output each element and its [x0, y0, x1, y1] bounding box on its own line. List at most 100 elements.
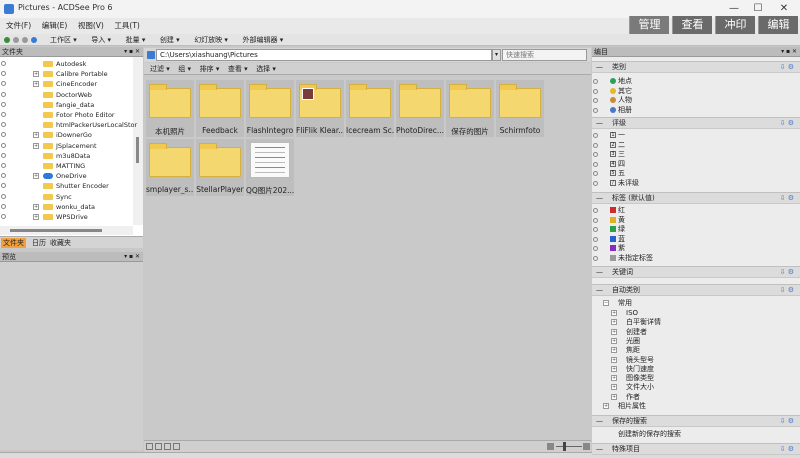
tree-item[interactable]: Shutter Encoder — [0, 181, 132, 191]
tree-radio-icon[interactable] — [1, 71, 6, 77]
collapse-icon[interactable]: — — [596, 285, 603, 296]
radio-icon[interactable] — [593, 255, 598, 261]
thumbnail-item[interactable]: StellarPlayer — [196, 139, 244, 196]
collapse-icon[interactable]: — — [596, 444, 603, 455]
create-menu[interactable]: 创建 ▾ — [154, 34, 186, 46]
thumbnail-item[interactable]: 保存的图片 — [446, 80, 494, 137]
path-input[interactable]: C:\Users\xiashuang\Pictures — [156, 49, 492, 61]
tree-item[interactable]: + JSplacement — [0, 141, 132, 151]
tree-item[interactable]: Fotor Photo Editor — [0, 110, 132, 120]
menu-file[interactable]: 文件(F) — [2, 18, 35, 34]
folders-scroll-thumb[interactable] — [136, 137, 139, 163]
tree-radio-icon[interactable] — [1, 203, 6, 209]
tree-item[interactable]: + OneDrive — [0, 171, 132, 181]
radio-icon[interactable] — [593, 171, 598, 176]
quick-search-input[interactable]: 快速搜索 — [502, 49, 587, 61]
expand-icon[interactable]: + — [33, 81, 39, 88]
section-header-labels[interactable]: — 标签 (默认值) ⇩ ⚙ — [592, 192, 800, 204]
mode-edit-tab[interactable]: 编辑 — [758, 16, 798, 34]
expand-icon[interactable]: + — [611, 319, 617, 326]
expand-icon[interactable]: + — [611, 384, 617, 391]
thumbnail-item[interactable]: FlashIntegro — [246, 80, 294, 137]
tree-item[interactable]: Autodesk — [0, 59, 132, 69]
radio-icon[interactable] — [593, 246, 598, 251]
mode-print-tab[interactable]: 冲印 — [715, 16, 755, 34]
expand-icon[interactable]: + — [611, 375, 617, 382]
radio-icon[interactable] — [593, 227, 598, 232]
thumbnail-item[interactable]: Feedback — [196, 80, 244, 137]
tree-radio-icon[interactable] — [1, 61, 6, 66]
folders-hscroll-thumb[interactable] — [10, 229, 102, 232]
path-dropdown-icon[interactable]: ▾ — [492, 49, 501, 61]
radio-icon[interactable] — [593, 133, 598, 138]
tree-radio-icon[interactable] — [1, 214, 6, 219]
section-header-saved-searches[interactable]: — 保存的搜索 ⇩ ⚙ — [592, 415, 800, 427]
radio-icon[interactable] — [593, 217, 598, 223]
tree-radio-icon[interactable] — [1, 91, 6, 97]
collapse-icon[interactable]: — — [596, 62, 603, 73]
up-icon[interactable] — [22, 37, 28, 43]
tab-calendar[interactable]: 日历 — [30, 238, 48, 248]
radio-icon[interactable] — [593, 161, 598, 167]
tab-favorites[interactable]: 收藏夹 — [48, 238, 73, 248]
tree-radio-icon[interactable] — [1, 101, 6, 107]
section-header-auto-categories[interactable]: — 自动类别 ⇩ ⚙ — [592, 284, 800, 296]
forward-icon[interactable] — [13, 37, 19, 43]
tree-item[interactable]: + CineEncoder — [0, 79, 132, 89]
menu-tools[interactable]: 工具(T) — [110, 18, 143, 34]
radio-icon[interactable] — [593, 79, 598, 84]
radio-icon[interactable] — [593, 107, 598, 113]
tree-item[interactable]: fangie_data — [0, 100, 132, 110]
slideshow-menu[interactable]: 幻灯放映 ▾ — [188, 34, 234, 46]
expand-icon[interactable]: + — [33, 142, 39, 149]
group-menu[interactable]: 组 ▾ — [175, 63, 194, 75]
thumbnail-item[interactable]: FliFlik Klear... — [296, 80, 344, 137]
expand-icon[interactable]: + — [33, 132, 39, 139]
thumbnail-item[interactable]: PhotoDirec... — [396, 80, 444, 137]
external-editor-menu[interactable]: 外部编辑器 ▾ — [236, 34, 289, 46]
expand-icon[interactable]: + — [611, 393, 617, 400]
section-header-ratings[interactable]: — 评级 ⇩ ⚙ — [592, 117, 800, 129]
section-options-icon[interactable]: ⇩ ⚙ — [780, 416, 794, 427]
expand-icon[interactable]: + — [611, 347, 617, 354]
radio-icon[interactable] — [593, 208, 598, 213]
thumbnail-item[interactable]: Schirmfoto — [496, 80, 544, 137]
expand-icon[interactable]: + — [611, 328, 617, 335]
filter-menu[interactable]: 过滤 ▾ — [147, 63, 173, 75]
select-menu[interactable]: 选择 ▾ — [253, 63, 279, 75]
footer-button-icon[interactable] — [146, 443, 153, 450]
collapse-icon[interactable]: − — [603, 300, 609, 306]
refresh-icon[interactable] — [31, 37, 37, 43]
mode-manage-tab[interactable]: 管理 — [629, 16, 669, 34]
import-menu[interactable]: 导入 ▾ — [85, 34, 117, 46]
section-header-categories[interactable]: — 类别 ⇩ ⚙ — [592, 61, 800, 73]
section-options-icon[interactable]: ⇩ ⚙ — [780, 267, 794, 278]
expand-icon[interactable]: + — [33, 203, 39, 210]
expand-icon[interactable]: + — [33, 214, 39, 220]
sort-menu[interactable]: 排序 ▾ — [197, 63, 223, 75]
tree-item[interactable]: + WPSDrive — [0, 212, 132, 222]
tree-item[interactable]: + Calibre Portable — [0, 69, 132, 79]
expand-icon[interactable]: + — [611, 356, 617, 363]
tree-radio-icon[interactable] — [1, 152, 6, 158]
expand-icon[interactable]: + — [611, 337, 617, 344]
radio-icon[interactable] — [593, 98, 598, 103]
tree-radio-icon[interactable] — [1, 142, 6, 148]
tree-radio-icon[interactable] — [1, 193, 6, 199]
menu-view[interactable]: 视图(V) — [74, 18, 108, 34]
tree-item[interactable]: Sync — [0, 192, 132, 202]
radio-icon[interactable] — [593, 180, 598, 186]
radio-icon[interactable] — [593, 142, 598, 148]
footer-button-icon[interactable] — [164, 443, 171, 450]
collapse-icon[interactable]: — — [596, 416, 603, 427]
zoom-slider[interactable] — [556, 446, 582, 447]
section-options-icon[interactable]: ⇩ ⚙ — [780, 62, 794, 73]
catalog-close-icon[interactable]: ▾ ▪ ✕ — [781, 47, 797, 57]
tree-item[interactable]: + iDownerGo — [0, 130, 132, 140]
tree-radio-icon[interactable] — [1, 173, 6, 179]
menu-edit[interactable]: 编辑(E) — [38, 18, 72, 34]
tree-radio-icon[interactable] — [1, 163, 6, 168]
radio-icon[interactable] — [593, 236, 598, 242]
zoom-slider-thumb[interactable] — [563, 442, 566, 451]
collapse-icon[interactable]: — — [596, 193, 603, 204]
